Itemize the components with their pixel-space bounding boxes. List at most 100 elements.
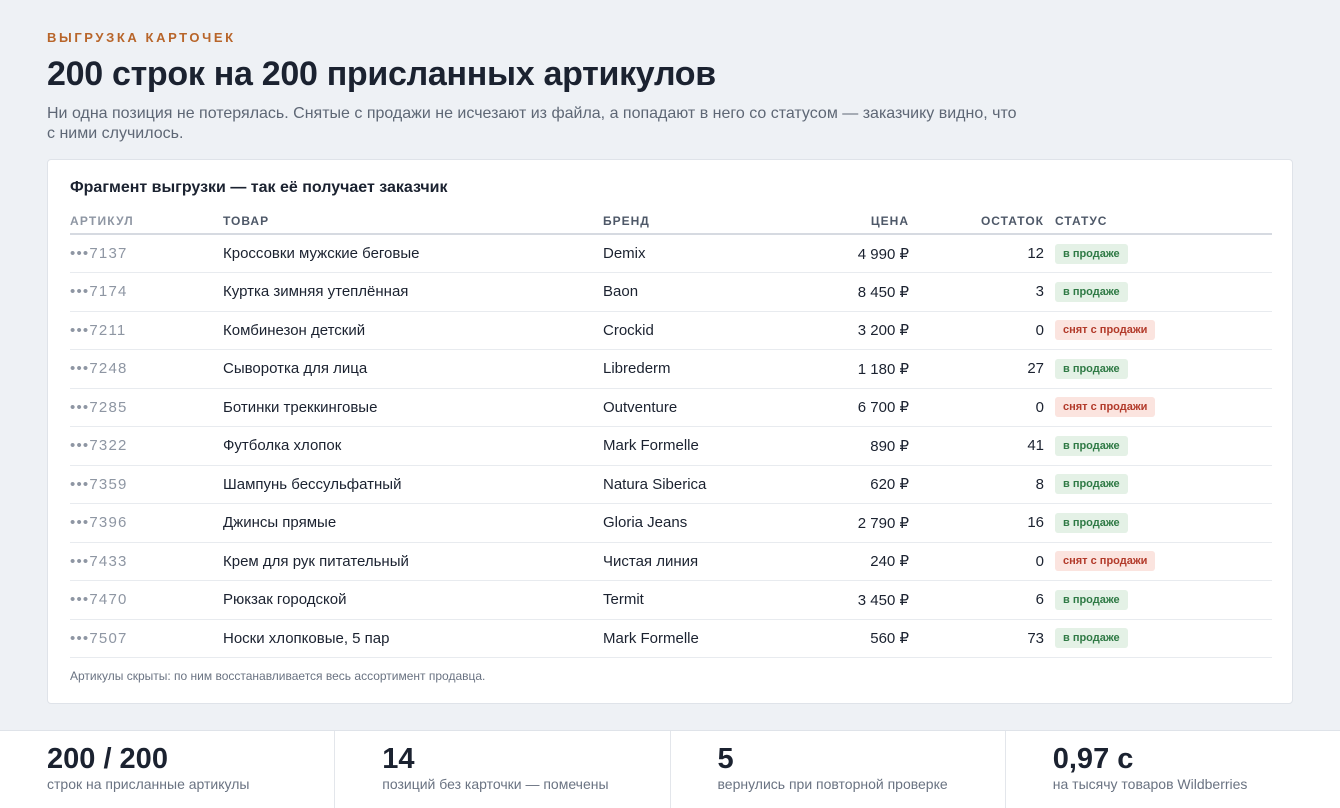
eyebrow-label: ВЫГРУЗКА КАРТОЧЕК bbox=[47, 30, 236, 45]
cell-brand: Outventure bbox=[603, 388, 793, 427]
cell-sku: •••7396 bbox=[70, 503, 223, 543]
cell-stock: 0 bbox=[909, 311, 1044, 350]
cell-product-name: Крем для рук питательный bbox=[223, 542, 603, 581]
cell-status: снят с продажи bbox=[1044, 388, 1272, 427]
cell-price: 8 450 ₽ bbox=[793, 272, 909, 312]
cell-stock: 41 bbox=[909, 426, 1044, 466]
cell-product-name: Комбинезон детский bbox=[223, 311, 603, 350]
table-row[interactable]: •••7507 Носки хлопковые, 5 пар Mark Formel… bbox=[70, 619, 1272, 658]
cell-product-name: Футболка хлопок bbox=[223, 426, 603, 466]
cell-price: 620 ₽ bbox=[793, 465, 909, 504]
cell-status: в продаже bbox=[1044, 503, 1272, 543]
cell-stock: 27 bbox=[909, 349, 1044, 389]
stat-value: 0,97 с bbox=[1052, 743, 1134, 775]
cell-product-name: Рюкзак городской bbox=[223, 580, 603, 620]
stat-value: 200 / 200 bbox=[47, 743, 168, 775]
table-footnote: Артикулы скрыты: по ним восстанавливаетс… bbox=[70, 669, 486, 683]
table-row[interactable]: •••7322 Футболка хлопок Mark Formelle 890 ₽… bbox=[70, 426, 1272, 466]
card-title: Фрагмент выгрузки — так её получает зака… bbox=[70, 179, 448, 196]
cell-status: в продаже bbox=[1044, 426, 1272, 466]
cell-product-name: Джинсы прямые bbox=[223, 503, 603, 543]
cell-product-name: Шампунь бессульфатный bbox=[223, 465, 603, 504]
status-badge: в продаже bbox=[1055, 435, 1128, 456]
stat-value: 5 bbox=[717, 743, 734, 775]
cell-status: в продаже bbox=[1044, 619, 1272, 658]
cell-status: в продаже bbox=[1044, 272, 1272, 312]
cell-product-name: Куртка зимняя утеплённая bbox=[223, 272, 603, 312]
cell-price: 3 450 ₽ bbox=[793, 580, 909, 620]
cell-price: 890 ₽ bbox=[793, 426, 909, 466]
page-title: 200 строк на 200 присланных артикулов bbox=[47, 55, 716, 93]
stat-value: 14 bbox=[382, 743, 415, 775]
table-row[interactable]: •••7137 Кроссовки мужские беговые Demix 4 9… bbox=[70, 234, 1272, 273]
cell-brand: Crockid bbox=[603, 311, 793, 350]
cell-price: 560 ₽ bbox=[793, 619, 909, 658]
cell-sku: •••7248 bbox=[70, 349, 223, 389]
status-badge: снят с продажи bbox=[1055, 551, 1156, 572]
column-header-name[interactable]: Товар bbox=[223, 208, 603, 235]
cell-stock: 12 bbox=[909, 234, 1044, 273]
cell-brand: Чистая линия bbox=[603, 542, 793, 581]
export-table: Артикул Товар Бренд Цена Остаток Статус … bbox=[70, 208, 1272, 658]
cell-product-name: Ботинки треккинговые bbox=[223, 388, 603, 427]
cell-sku: •••7507 bbox=[70, 619, 223, 658]
column-header-stock[interactable]: Остаток bbox=[909, 208, 1044, 235]
cell-price: 3 200 ₽ bbox=[793, 311, 909, 350]
cell-price: 240 ₽ bbox=[793, 542, 909, 581]
column-header-price[interactable]: Цена bbox=[793, 208, 909, 235]
cell-price: 4 990 ₽ bbox=[793, 234, 909, 273]
table-row[interactable]: •••7396 Джинсы прямые Gloria Jeans 2 790 ₽1… bbox=[70, 503, 1272, 543]
table-row[interactable]: •••7174 Куртка зимняя утеплённая Baon 8 450… bbox=[70, 272, 1272, 312]
status-badge: в продаже bbox=[1055, 474, 1128, 495]
cell-brand: Natura Siberica bbox=[603, 465, 793, 504]
cell-brand: Termit bbox=[603, 580, 793, 620]
cell-brand: Demix bbox=[603, 234, 793, 273]
column-header-brand[interactable]: Бренд bbox=[603, 208, 793, 235]
stat-block: 5 вернулись при повторной проверке bbox=[671, 731, 1006, 808]
export-preview-card: Фрагмент выгрузки — так её получает зака… bbox=[47, 159, 1293, 704]
status-badge: в продаже bbox=[1055, 512, 1128, 533]
cell-status: снят с продажи bbox=[1044, 311, 1272, 350]
cell-status: в продаже bbox=[1044, 580, 1272, 620]
table-row[interactable]: •••7470 Рюкзак городской Termit 3 450 ₽6 в п… bbox=[70, 580, 1272, 620]
table-row[interactable]: •••7433 Крем для рук питательный Чистая ли… bbox=[70, 542, 1272, 581]
cell-price: 1 180 ₽ bbox=[793, 349, 909, 389]
cell-stock: 73 bbox=[909, 619, 1044, 658]
stat-block: 200 / 200 строк на присланные артикулы bbox=[0, 731, 336, 808]
cell-sku: •••7285 bbox=[70, 388, 223, 427]
page-header: ВЫГРУЗКА КАРТОЧЕК 200 строк на 200 присл… bbox=[47, 30, 1047, 144]
status-badge: снят с продажи bbox=[1055, 320, 1156, 341]
cell-status: в продаже bbox=[1044, 234, 1272, 273]
status-badge: в продаже bbox=[1055, 589, 1128, 610]
cell-sku: •••7137 bbox=[70, 234, 223, 273]
cell-sku: •••7470 bbox=[70, 580, 223, 620]
cell-sku: •••7433 bbox=[70, 542, 223, 581]
cell-sku: •••7359 bbox=[70, 465, 223, 504]
cell-brand: Gloria Jeans bbox=[603, 503, 793, 543]
cell-sku: •••7211 bbox=[70, 311, 223, 350]
cell-status: в продаже bbox=[1044, 465, 1272, 504]
table-row[interactable]: •••7285 Ботинки треккинговые Outventure 6 7… bbox=[70, 388, 1272, 427]
stat-label: вернулись при повторной проверке bbox=[717, 776, 948, 792]
cell-product-name: Носки хлопковые, 5 пар bbox=[223, 619, 603, 658]
cell-brand: Baon bbox=[603, 272, 793, 312]
table-row[interactable]: •••7248 Сыворотка для лица Librederm 1 180 … bbox=[70, 349, 1272, 389]
table-row[interactable]: •••7211 Комбинезон детский Crockid 3 200 ₽0… bbox=[70, 311, 1272, 350]
stats-bar: 200 / 200 строк на присланные артикулы 14 п… bbox=[0, 730, 1340, 808]
table-header-row: Артикул Товар Бренд Цена Остаток Статус bbox=[70, 208, 1272, 235]
cell-sku: •••7174 bbox=[70, 272, 223, 312]
table-body: •••7137 Кроссовки мужские беговые Demix 4 9… bbox=[70, 234, 1272, 658]
cell-product-name: Кроссовки мужские беговые bbox=[223, 234, 603, 273]
cell-product-name: Сыворотка для лица bbox=[223, 349, 603, 389]
column-header-sku[interactable]: Артикул bbox=[70, 208, 223, 235]
cell-stock: 0 bbox=[909, 542, 1044, 581]
cell-stock: 3 bbox=[909, 272, 1044, 312]
cell-stock: 0 bbox=[909, 388, 1044, 427]
status-badge: снят с продажи bbox=[1055, 397, 1156, 418]
table-row[interactable]: •••7359 Шампунь бессульфатный Natura Siber… bbox=[70, 465, 1272, 504]
cell-stock: 16 bbox=[909, 503, 1044, 543]
cell-brand: Librederm bbox=[603, 349, 793, 389]
status-badge: в продаже bbox=[1055, 243, 1128, 264]
status-badge: в продаже bbox=[1055, 358, 1128, 379]
column-header-status[interactable]: Статус bbox=[1044, 208, 1272, 235]
